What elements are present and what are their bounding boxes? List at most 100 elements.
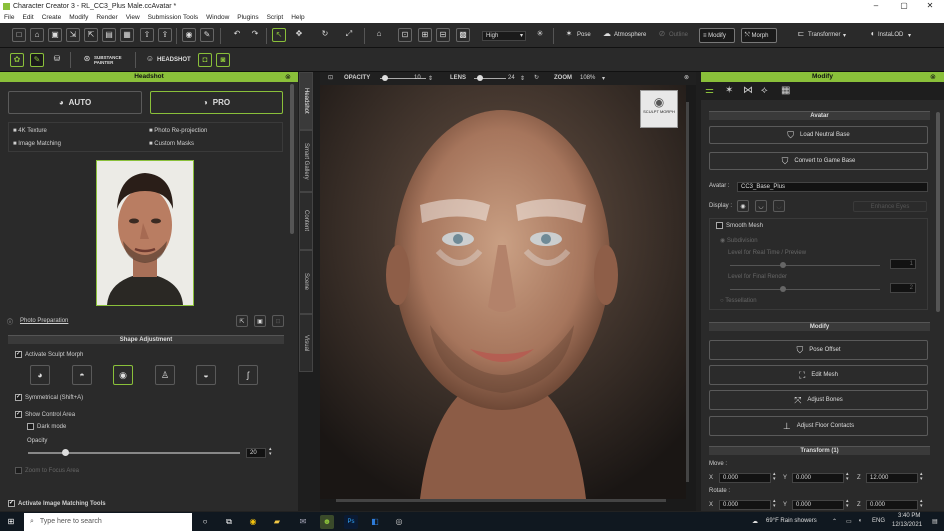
menu-script[interactable]: Script bbox=[263, 14, 288, 21]
sculpt-morph-badge[interactable]: ◉ SCULPT MORPH bbox=[640, 90, 678, 128]
enhance-eyes-button[interactable]: Enhance Eyes bbox=[853, 201, 927, 212]
menu-render[interactable]: Render bbox=[92, 14, 121, 21]
menu-edit[interactable]: Edit bbox=[18, 14, 37, 21]
headshot-settings-icon[interactable]: ◙ bbox=[216, 53, 230, 67]
opacity-stepper-viewport[interactable]: ⇕ bbox=[428, 75, 433, 82]
mail-icon[interactable]: ✉ bbox=[296, 515, 310, 529]
move-x-input[interactable]: 0.000 bbox=[719, 473, 771, 483]
viewport-mode-icon[interactable]: ⊡ bbox=[328, 74, 333, 81]
photo-preparation-link[interactable]: Photo Preparation bbox=[20, 318, 68, 324]
mouth-part[interactable]: ◒ bbox=[196, 365, 216, 385]
chrome-icon[interactable]: ◉ bbox=[246, 515, 260, 529]
task-view-icon[interactable]: ⧉ bbox=[222, 515, 236, 529]
tab-checker-icon[interactable]: ▦ bbox=[781, 85, 790, 96]
move-x-stepper[interactable]: ▴ ▾ bbox=[773, 472, 776, 482]
rotate-x-input[interactable]: 0.000 bbox=[719, 500, 771, 510]
display-mode-1[interactable]: ◉ bbox=[737, 200, 749, 212]
edit-mesh-button[interactable]: ⛶ Edit Mesh bbox=[709, 365, 928, 385]
tab-visual[interactable]: Visual bbox=[299, 314, 313, 372]
maximize-button[interactable]: ▢ bbox=[892, 0, 916, 12]
export-fbx-icon[interactable]: ⇪ bbox=[158, 28, 172, 42]
substance-label[interactable]: SUBSTANCE PAINTER bbox=[94, 55, 124, 65]
activate-sculpt-morph-checkbox[interactable]: ✓ Activate Sculpt Morph bbox=[15, 351, 83, 358]
move-y-stepper[interactable]: ▴ ▾ bbox=[846, 472, 849, 482]
opacity-input[interactable]: 20 bbox=[246, 448, 266, 458]
pro-button[interactable]: ◑ PRO bbox=[150, 91, 283, 114]
volume-icon[interactable]: ◖ bbox=[858, 518, 862, 524]
menu-help[interactable]: Help bbox=[287, 14, 308, 21]
clock-date[interactable]: 12/13/2021 bbox=[892, 522, 922, 528]
tab-content[interactable]: Content bbox=[299, 192, 313, 250]
left-panel-scrollbar[interactable] bbox=[290, 84, 294, 234]
source-photo[interactable] bbox=[96, 160, 194, 306]
level-realtime-handle[interactable] bbox=[780, 262, 786, 268]
app-globe-icon[interactable]: ◎ bbox=[392, 515, 406, 529]
save-as-icon[interactable]: ▦ bbox=[120, 28, 134, 42]
tab-scene[interactable]: Scene bbox=[299, 250, 313, 314]
zoom-dropdown-icon[interactable]: ▾ bbox=[602, 75, 605, 82]
taskbar-search[interactable]: ⌕ Type here to search bbox=[24, 513, 192, 531]
transformer-icon[interactable]: ⊏ bbox=[794, 28, 808, 42]
save-icon[interactable]: ▣ bbox=[48, 28, 62, 42]
info-icon[interactable]: ⓘ bbox=[7, 317, 13, 326]
scale-icon[interactable]: ⤢ bbox=[342, 28, 356, 42]
fit-view-icon[interactable]: ⊡ bbox=[398, 28, 412, 42]
tab-sliders-icon[interactable]: ⚌ bbox=[705, 85, 714, 96]
menu-file[interactable]: File bbox=[0, 14, 18, 21]
display-mode-3[interactable]: ◡ bbox=[773, 200, 785, 212]
pose-label[interactable]: Pose bbox=[577, 32, 591, 38]
menu-view[interactable]: View bbox=[122, 14, 144, 21]
instalod-label[interactable]: InstaLOD bbox=[878, 32, 903, 38]
brush-icon[interactable]: ✎ bbox=[200, 28, 214, 42]
modify-button[interactable]: ≡ Modify bbox=[699, 28, 735, 43]
import-photo-icon[interactable]: ⇱ bbox=[236, 315, 248, 327]
viewport-scrollbar[interactable] bbox=[686, 102, 689, 482]
atmosphere-label[interactable]: Atmosphere bbox=[614, 32, 646, 38]
transformer-label[interactable]: Transformer bbox=[808, 32, 840, 38]
transformer-dropdown-icon[interactable]: ▾ bbox=[843, 32, 846, 39]
move-z-input[interactable]: 12.000 bbox=[866, 473, 918, 483]
symmetrical-checkbox[interactable]: ✓ Symmetrical (Shift+A) bbox=[15, 394, 83, 401]
show-control-area-checkbox[interactable]: ✓ Show Control Area bbox=[15, 411, 75, 418]
export-icon[interactable]: ⇱ bbox=[84, 28, 98, 42]
auto-button[interactable]: ◕ AUTO bbox=[8, 91, 142, 114]
level-final-handle[interactable] bbox=[780, 286, 786, 292]
move-y-input[interactable]: 0.000 bbox=[792, 473, 844, 483]
level-realtime-input[interactable]: 1 bbox=[890, 259, 916, 269]
ear-part[interactable]: ʃ bbox=[238, 365, 258, 385]
tessellation-radio[interactable]: ○ Tessellation bbox=[720, 298, 757, 304]
load-neutral-base-button[interactable]: ⛉ Load Neutral Base bbox=[709, 126, 928, 144]
close-button[interactable]: ✕ bbox=[918, 0, 942, 12]
morph-button[interactable]: ⤲ Morph bbox=[741, 28, 777, 43]
menu-plugins[interactable]: Plugins bbox=[233, 14, 262, 21]
move-icon[interactable]: ✥ bbox=[292, 28, 306, 42]
tab-bones-icon[interactable]: ⋈ bbox=[743, 85, 753, 96]
smooth-mesh-checkbox[interactable]: Smooth Mesh bbox=[716, 222, 763, 229]
pose-icon[interactable]: ✶ bbox=[562, 28, 576, 42]
lens-handle[interactable] bbox=[477, 75, 483, 81]
subdivision-radio[interactable]: ◉ Subdivision bbox=[720, 237, 758, 244]
language-indicator[interactable]: ENG bbox=[872, 518, 885, 524]
menu-window[interactable]: Window bbox=[202, 14, 233, 21]
level-final-track[interactable] bbox=[730, 289, 880, 290]
rotate-z-input[interactable]: 0.000 bbox=[866, 500, 918, 510]
level-final-input[interactable]: 2 bbox=[890, 283, 916, 293]
windows-start-icon[interactable]: ⊞ bbox=[4, 515, 18, 529]
outline-label[interactable]: Outline bbox=[669, 32, 688, 38]
opacity-slider-handle[interactable] bbox=[62, 449, 69, 456]
adjust-bones-button[interactable]: ⤧ Adjust Bones bbox=[709, 390, 928, 410]
headshot-label[interactable]: HEADSHOT bbox=[157, 57, 191, 63]
substance-icon[interactable]: ⊛ bbox=[80, 53, 94, 67]
adjust-floor-contacts-button[interactable]: ⊥ Adjust Floor Contacts bbox=[709, 416, 928, 436]
instalod-dropdown-icon[interactable]: ▾ bbox=[908, 32, 911, 39]
bag-icon[interactable]: ⛁ bbox=[50, 53, 64, 67]
headshot-icon[interactable]: ☺ bbox=[143, 53, 157, 67]
panel-close-icon[interactable]: ⊗ bbox=[285, 73, 291, 81]
notification-icon[interactable]: ▤ bbox=[932, 518, 938, 525]
character-icon[interactable]: ✿ bbox=[10, 53, 24, 67]
display-mode-2[interactable]: ◡ bbox=[755, 200, 767, 212]
render-icon[interactable]: ◉ bbox=[182, 28, 196, 42]
headshot-mode-icon[interactable]: ◘ bbox=[198, 53, 212, 67]
menu-modify[interactable]: Modify bbox=[65, 14, 92, 21]
redo-icon[interactable]: ↷ bbox=[248, 28, 262, 42]
